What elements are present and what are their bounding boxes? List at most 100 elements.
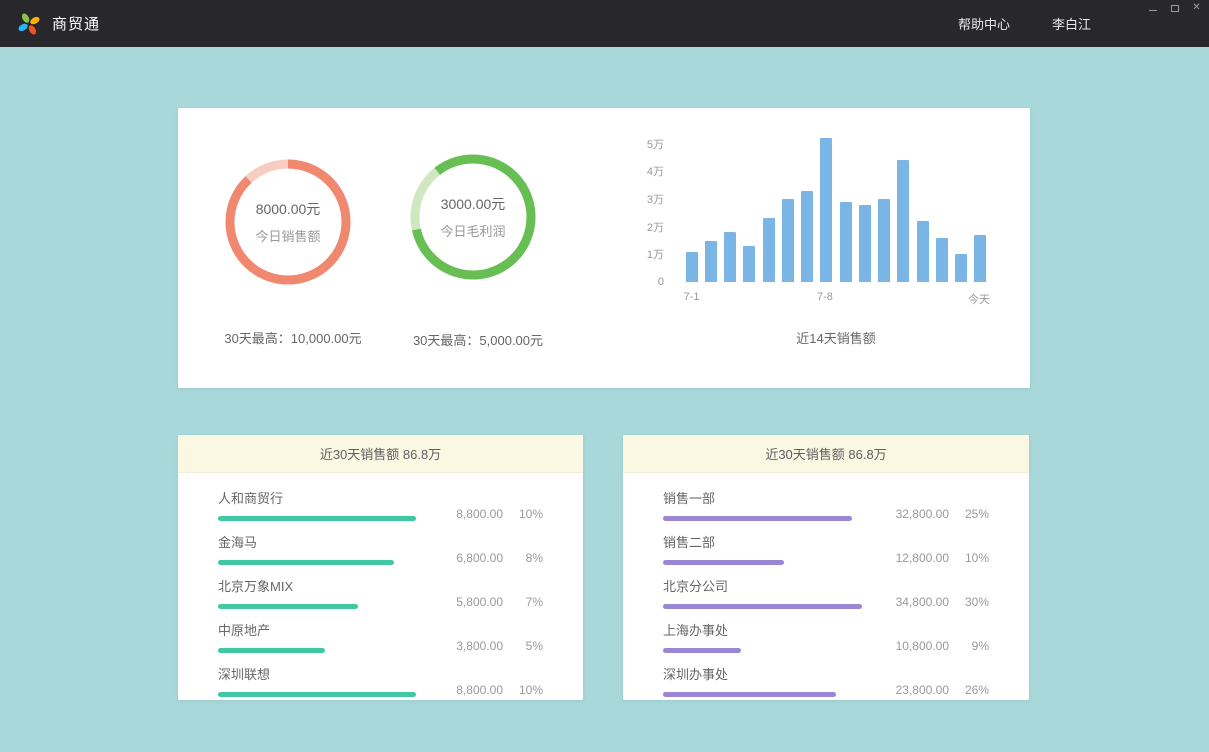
- sales-bar: [820, 138, 832, 282]
- x-axis-tick-label: [777, 291, 796, 307]
- user-name-menu[interactable]: 李白江: [1052, 14, 1091, 33]
- sales-bar: [705, 241, 717, 282]
- app-title: 商贸通: [52, 13, 100, 34]
- today-profit-ring: 3000.00元 今日毛利润: [403, 147, 543, 287]
- x-axis-tick-label: [930, 291, 949, 307]
- item-percent: 8%: [503, 551, 543, 565]
- today-sales-value: 8000.00元: [256, 199, 321, 219]
- item-amount: 32,800.0025%: [896, 507, 989, 521]
- sales-bar: [782, 199, 794, 282]
- item-progress-bar: [663, 692, 836, 697]
- item-value: 8,800.00: [456, 507, 503, 521]
- sales-bar: [917, 221, 929, 282]
- x-axis-tick-label: [739, 291, 758, 307]
- sales-bar: [936, 238, 948, 282]
- help-center-link[interactable]: 帮助中心: [958, 14, 1010, 33]
- item-progress-bar: [663, 560, 784, 565]
- item-amount: 12,800.0010%: [896, 551, 989, 565]
- list-item: 深圳办事处23,800.0026%: [663, 664, 989, 697]
- item-value: 32,800.00: [896, 507, 949, 521]
- item-name: 北京分公司: [663, 576, 989, 595]
- today-sales-label: 今日销售额: [255, 226, 320, 245]
- y-axis-tick-label: 5万: [647, 136, 664, 152]
- item-progress-bar: [218, 604, 358, 609]
- y-axis-tick-label: 3万: [647, 191, 664, 207]
- item-value: 10,800.00: [896, 639, 949, 653]
- x-axis-tick-label: [720, 291, 739, 307]
- item-name: 上海办事处: [663, 620, 989, 639]
- list-item: 人和商贸行8,800.0010%: [218, 488, 543, 521]
- sales-bar: [897, 160, 909, 282]
- item-percent: 7%: [503, 595, 543, 609]
- item-amount: 34,800.0030%: [896, 595, 989, 609]
- today-sales-ring: 8000.00元 今日销售额: [218, 152, 358, 292]
- list-item: 北京分公司34,800.0030%: [663, 576, 989, 609]
- item-value: 34,800.00: [896, 595, 949, 609]
- item-percent: 10%: [503, 683, 543, 697]
- sales-bar: [974, 235, 986, 282]
- bar-chart-y-axis: 5万4万3万2万1万0: [636, 130, 682, 282]
- x-axis-tick-label: [854, 291, 873, 307]
- item-amount: 23,800.0026%: [896, 683, 989, 697]
- window-controls: ✕: [1146, 2, 1203, 14]
- item-name: 金海马: [218, 532, 543, 551]
- department-panel-title: 近30天销售额 86.8万: [623, 435, 1029, 473]
- x-axis-tick-label: [758, 291, 777, 307]
- list-item: 中原地产3,800.005%: [218, 620, 543, 653]
- today-profit-value: 3000.00元: [441, 194, 506, 214]
- today-profit-30d-max: 30天最高：5,000.00元: [363, 330, 593, 349]
- x-axis-tick-label: [892, 291, 911, 307]
- x-axis-tick-label: 7-8: [815, 291, 834, 307]
- sales-bar: [763, 218, 775, 282]
- department-sales-list: 销售一部32,800.0025% 销售二部12,800.0010% 北京分公司34,…: [623, 473, 1029, 697]
- x-axis-tick-label: [873, 291, 892, 307]
- x-axis-tick-label: [911, 291, 930, 307]
- window-close-button[interactable]: ✕: [1190, 2, 1203, 14]
- item-progress-bar: [663, 648, 741, 653]
- item-value: 6,800.00: [456, 551, 503, 565]
- today-profit-label: 今日毛利润: [440, 221, 505, 240]
- window-minimize-button[interactable]: [1146, 2, 1159, 14]
- customer-sales-panel: 近30天销售额 86.8万 人和商贸行8,800.0010%金海马6,800.0…: [178, 435, 583, 700]
- list-item: 深圳联想8,800.0010%: [218, 664, 543, 697]
- item-value: 3,800.00: [456, 639, 503, 653]
- item-progress-bar: [218, 692, 416, 697]
- item-value: 5,800.00: [456, 595, 503, 609]
- x-axis-tick-label: [949, 291, 968, 307]
- item-amount: 3,800.005%: [456, 639, 543, 653]
- customer-panel-title: 近30天销售额 86.8万: [178, 435, 583, 473]
- sales-bar: [724, 232, 736, 282]
- x-axis-tick-label: 7-1: [682, 291, 701, 307]
- item-value: 12,800.00: [896, 551, 949, 565]
- list-item: 销售一部32,800.0025%: [663, 488, 989, 521]
- list-item: 金海马6,800.008%: [218, 532, 543, 565]
- list-item: 北京万象MIX5,800.007%: [218, 576, 543, 609]
- x-axis-tick-label: 今天: [968, 291, 990, 307]
- x-axis-tick-label: [796, 291, 815, 307]
- item-name: 深圳办事处: [663, 664, 989, 683]
- item-percent: 25%: [949, 507, 989, 521]
- bar-chart-caption: 近14天销售额: [682, 328, 990, 347]
- customer-sales-list: 人和商贸行8,800.0010%金海马6,800.008%北京万象MIX5,80…: [178, 473, 583, 697]
- top-bar: 商贸通 帮助中心 李白江: [0, 0, 1209, 47]
- x-axis-tick-label: [835, 291, 854, 307]
- item-amount: 8,800.0010%: [456, 683, 543, 697]
- item-name: 深圳联想: [218, 664, 543, 683]
- y-axis-tick-label: 4万: [647, 163, 664, 179]
- maximize-icon: [1171, 5, 1179, 12]
- item-amount: 10,800.009%: [896, 639, 989, 653]
- item-percent: 9%: [949, 639, 989, 653]
- department-sales-panel: 近30天销售额 86.8万 销售一部32,800.0025% 销售二部12,800…: [623, 435, 1029, 700]
- item-progress-bar: [663, 604, 862, 609]
- sales-bar: [955, 254, 967, 282]
- item-percent: 5%: [503, 639, 543, 653]
- minimize-icon: [1149, 10, 1157, 11]
- item-name: 人和商贸行: [218, 488, 543, 507]
- window-maximize-button[interactable]: [1168, 2, 1181, 14]
- sales-bar: [801, 191, 813, 282]
- close-icon: ✕: [1192, 3, 1200, 13]
- item-amount: 8,800.0010%: [456, 507, 543, 521]
- sales-bar: [743, 246, 755, 282]
- list-item: 销售二部12,800.0010%: [663, 532, 989, 565]
- y-axis-tick-label: 1万: [647, 246, 664, 262]
